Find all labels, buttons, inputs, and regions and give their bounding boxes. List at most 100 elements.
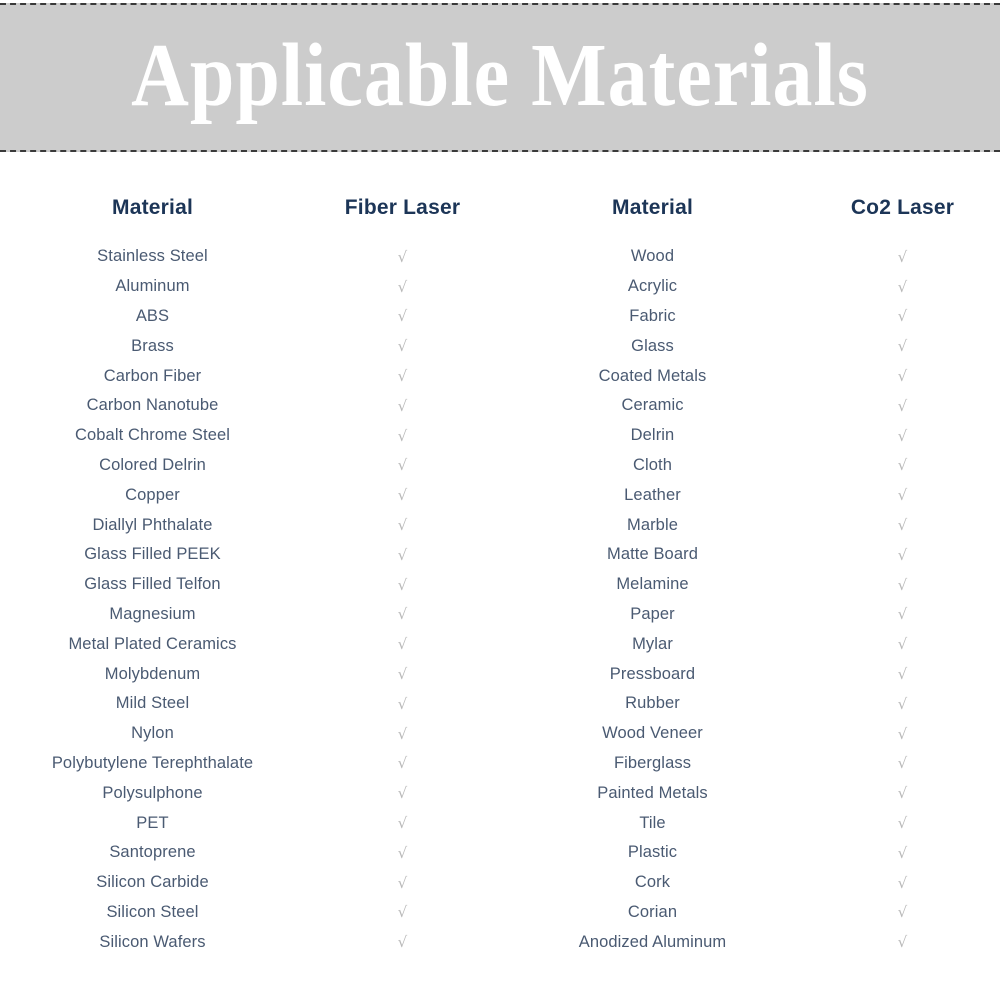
- material-name-right: Tile: [639, 813, 666, 832]
- table-row: Silicon Carbide √ Cork √: [0, 868, 1000, 898]
- fiber-laser-check-icon: √: [397, 426, 408, 445]
- co2-laser-check-icon: √: [897, 545, 908, 564]
- material-name-left: Brass: [131, 336, 174, 355]
- fiber-laser-check-icon: √: [397, 277, 408, 296]
- co2-laser-check-icon: √: [897, 575, 908, 594]
- co2-laser-check-icon: √: [897, 486, 908, 505]
- co2-laser-check-icon: √: [897, 516, 908, 535]
- material-name-right: Corian: [627, 902, 678, 921]
- material-name-right: Paper: [630, 604, 675, 623]
- fiber-laser-check-icon: √: [397, 545, 408, 564]
- table-row: Nylon √ Wood Veneer √: [0, 719, 1000, 749]
- material-name-left: Glass Filled Telfon: [84, 575, 221, 594]
- fiber-laser-check-icon: √: [397, 754, 408, 773]
- fiber-laser-check-icon: √: [397, 784, 408, 803]
- co2-laser-check-icon: √: [897, 784, 908, 803]
- material-name-right: Mylar: [632, 634, 673, 653]
- co2-laser-check-icon: √: [897, 754, 908, 773]
- fiber-laser-check-icon: √: [397, 814, 408, 833]
- table-row: Carbon Nanotube √ Ceramic √: [0, 391, 1000, 421]
- table-row: Polysulphone √ Painted Metals √: [0, 778, 1000, 808]
- table-header: Material Fiber Laser Material Co2 Laser: [0, 160, 1000, 242]
- material-name-right: Fiberglass: [613, 753, 692, 772]
- page-root: { "banner": { "title": "Applicable Mater…: [0, 0, 1000, 1000]
- fiber-laser-check-icon: √: [397, 903, 408, 922]
- table-row: Colored Delrin √ Cloth √: [0, 451, 1000, 481]
- fiber-laser-check-icon: √: [397, 933, 408, 952]
- material-name-right: Plastic: [627, 843, 678, 862]
- co2-laser-check-icon: √: [897, 337, 908, 356]
- fiber-laser-check-icon: √: [397, 605, 408, 624]
- co2-laser-check-icon: √: [897, 426, 908, 445]
- co2-laser-check-icon: √: [897, 396, 908, 415]
- co2-laser-check-icon: √: [897, 933, 908, 952]
- materials-table-container: Material Fiber Laser Material Co2 Laser …: [0, 160, 1000, 1000]
- materials-table: Material Fiber Laser Material Co2 Laser …: [0, 160, 1000, 957]
- page-title: Applicable Materials: [131, 25, 869, 125]
- material-name-right: Leather: [624, 485, 681, 504]
- material-name-left: Diallyl Phthalate: [92, 515, 213, 534]
- co2-laser-check-icon: √: [897, 873, 908, 892]
- material-name-left: Carbon Nanotube: [86, 396, 219, 415]
- material-name-left: Molybdenum: [104, 664, 201, 683]
- material-name-left: Magnesium: [109, 604, 196, 623]
- material-name-left: Stainless Steel: [97, 247, 208, 266]
- table-row: Metal Plated Ceramics √ Mylar √: [0, 629, 1000, 659]
- material-name-right: Matte Board: [607, 545, 698, 564]
- fiber-laser-check-icon: √: [397, 843, 408, 862]
- fiber-laser-check-icon: √: [397, 575, 408, 594]
- fiber-laser-check-icon: √: [397, 307, 408, 326]
- table-row: Silicon Steel √ Corian √: [0, 898, 1000, 928]
- table-row: Glass Filled PEEK √ Matte Board √: [0, 540, 1000, 570]
- table-row: Polybutylene Terephthalate √ Fiberglass √: [0, 749, 1000, 779]
- fiber-laser-check-icon: √: [397, 396, 408, 415]
- material-name-right: Cork: [634, 873, 671, 892]
- material-name-right: Ceramic: [621, 396, 684, 415]
- co2-laser-check-icon: √: [897, 843, 908, 862]
- table-row: Stainless Steel √ Wood √: [0, 242, 1000, 272]
- fiber-laser-check-icon: √: [397, 665, 408, 684]
- column-header-fiber-laser: Fiber Laser: [344, 196, 461, 219]
- material-name-left: Cobalt Chrome Steel: [74, 426, 231, 445]
- table-row: Mild Steel √ Rubber √: [0, 689, 1000, 719]
- material-name-left: Polysulphone: [102, 783, 203, 802]
- co2-laser-check-icon: √: [897, 307, 908, 326]
- material-name-left: ABS: [135, 306, 170, 325]
- table-row: Silicon Wafers √ Anodized Aluminum √: [0, 927, 1000, 957]
- co2-laser-check-icon: √: [897, 724, 908, 743]
- material-name-left: Metal Plated Ceramics: [68, 634, 237, 653]
- table-row: Diallyl Phthalate √ Marble √: [0, 510, 1000, 540]
- co2-laser-check-icon: √: [897, 247, 908, 266]
- co2-laser-check-icon: √: [897, 814, 908, 833]
- material-name-left: PET: [136, 813, 169, 832]
- material-name-left: Silicon Wafers: [99, 932, 206, 951]
- fiber-laser-check-icon: √: [397, 873, 408, 892]
- co2-laser-check-icon: √: [897, 605, 908, 624]
- material-name-right: Anodized Aluminum: [578, 932, 727, 951]
- material-name-right: Wood: [630, 247, 675, 266]
- material-name-right: Pressboard: [609, 664, 696, 683]
- material-name-left: Aluminum: [115, 277, 190, 296]
- table-header-row: Material Fiber Laser Material Co2 Laser: [0, 160, 1000, 242]
- fiber-laser-check-icon: √: [397, 635, 408, 654]
- column-header-material-left: Material: [112, 196, 193, 219]
- fiber-laser-check-icon: √: [397, 724, 408, 743]
- column-header-co2-laser: Co2 Laser: [850, 196, 955, 219]
- co2-laser-check-icon: √: [897, 456, 908, 475]
- fiber-laser-check-icon: √: [397, 486, 408, 505]
- material-name-left: Silicon Carbide: [96, 873, 209, 892]
- co2-laser-check-icon: √: [897, 903, 908, 922]
- material-name-right: Marble: [626, 515, 679, 534]
- material-name-left: Copper: [125, 485, 180, 504]
- table-row: Brass √ Glass √: [0, 331, 1000, 361]
- material-name-right: Rubber: [625, 694, 680, 713]
- fiber-laser-check-icon: √: [397, 456, 408, 475]
- table-row: Copper √ Leather √: [0, 480, 1000, 510]
- fiber-laser-check-icon: √: [397, 694, 408, 713]
- material-name-left: Silicon Steel: [106, 902, 199, 921]
- column-header-material-right: Material: [612, 196, 693, 219]
- material-name-right: Melamine: [616, 575, 689, 594]
- co2-laser-check-icon: √: [897, 665, 908, 684]
- fiber-laser-check-icon: √: [397, 247, 408, 266]
- material-name-right: Wood Veneer: [602, 724, 703, 743]
